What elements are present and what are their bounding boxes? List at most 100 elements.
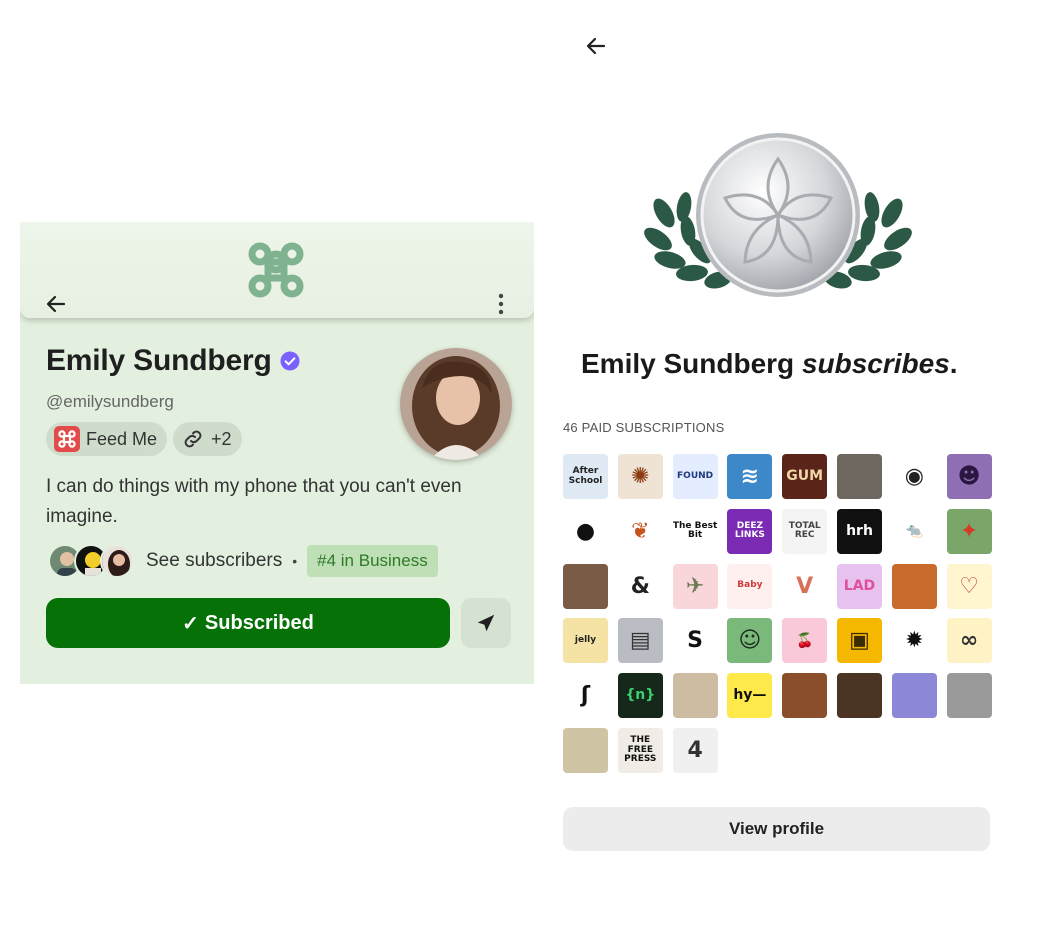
subscription-tile[interactable]: ▤ bbox=[617, 618, 663, 664]
subscription-tile-label: 4 bbox=[687, 737, 703, 763]
subscribes-period: . bbox=[949, 348, 958, 379]
subscription-tile-label: ♡ bbox=[959, 573, 979, 599]
subscription-tile[interactable]: 🍒 bbox=[782, 618, 828, 664]
subscription-tile[interactable] bbox=[672, 673, 718, 719]
back-arrow-icon[interactable] bbox=[44, 292, 68, 316]
command-icon bbox=[54, 426, 80, 452]
subscription-tile[interactable]: The Best Bit bbox=[672, 508, 718, 554]
subscription-tile-label: jelly bbox=[574, 635, 597, 646]
subscription-tile-label: ● bbox=[575, 518, 596, 544]
subscription-tile-label: 🍒 bbox=[795, 632, 814, 649]
subscription-tile[interactable]: ✹ bbox=[891, 618, 937, 664]
subscription-tile-label: ☺ bbox=[738, 628, 762, 654]
subscription-tile[interactable]: hrh bbox=[837, 508, 882, 554]
subscription-tile-label: S bbox=[687, 628, 704, 654]
subscription-tile[interactable] bbox=[891, 563, 937, 609]
command-logo-icon bbox=[248, 242, 304, 298]
subscription-tile-label: GUM bbox=[786, 468, 824, 485]
subscription-tile[interactable]: DEEZ LINKS bbox=[727, 508, 773, 554]
subscribed-button[interactable]: ✓ Subscribed bbox=[46, 598, 450, 648]
rank-badge[interactable]: #4 in Business bbox=[307, 545, 438, 577]
subscription-tile[interactable]: ∞ bbox=[946, 618, 992, 664]
subscription-tile[interactable]: ▣ bbox=[837, 618, 882, 664]
subscription-tile-label: TOTAL REC bbox=[788, 520, 821, 541]
subscribes-name: Emily Sundberg bbox=[581, 348, 795, 379]
subscription-tile-label: ✺ bbox=[631, 463, 650, 489]
chip-feed-me[interactable]: Feed Me bbox=[46, 422, 168, 456]
subscription-tile-label: ▣ bbox=[849, 628, 870, 654]
chip-more-links[interactable]: +2 bbox=[173, 422, 242, 456]
subscription-tile-label: ≋ bbox=[740, 463, 760, 489]
creator-bio: I can do things with my phone that you c… bbox=[46, 476, 462, 527]
subscription-tile[interactable]: ✺ bbox=[617, 454, 663, 499]
subscription-tile[interactable]: ✈ bbox=[672, 563, 718, 609]
subscription-tile[interactable]: THE FREE PRESS bbox=[617, 728, 663, 773]
subscription-tile[interactable]: ● bbox=[563, 508, 608, 554]
subscription-tile[interactable]: hy— bbox=[727, 673, 773, 719]
subscription-tile-label: ▤ bbox=[629, 628, 651, 654]
subscription-tile[interactable]: Baby bbox=[727, 563, 773, 609]
creator-handle: @emilysundberg bbox=[46, 392, 174, 411]
subscription-tile-label: {n} bbox=[625, 687, 656, 704]
subscription-tile-label: ✦ bbox=[959, 518, 979, 544]
subscription-tile[interactable]: GUM bbox=[782, 454, 828, 499]
subscription-tile[interactable]: V bbox=[782, 563, 828, 609]
subscription-tile[interactable]: ʃ bbox=[563, 673, 608, 719]
subscription-tile[interactable] bbox=[946, 673, 992, 719]
creator-avatar bbox=[400, 348, 512, 460]
subscription-tile[interactable] bbox=[891, 673, 937, 719]
subscription-tile-label: THE FREE PRESS bbox=[624, 735, 657, 765]
subscription-tile[interactable] bbox=[782, 673, 828, 719]
subscription-tile[interactable]: After School bbox=[563, 454, 608, 499]
subscription-tile[interactable]: ◉ bbox=[891, 454, 937, 499]
verified-badge-icon bbox=[280, 351, 300, 371]
subscription-tile-label: After School bbox=[568, 466, 603, 486]
avatar-photo bbox=[400, 348, 512, 460]
subscribers-row: See subscribers • #4 in Business bbox=[48, 544, 438, 578]
subscription-tile-label: ☻ bbox=[957, 463, 981, 489]
subscription-tile-label: & bbox=[630, 573, 650, 599]
subscription-tile[interactable]: & bbox=[617, 563, 663, 609]
subscribed-label: Subscribed bbox=[204, 611, 314, 634]
subscription-tile[interactable]: jelly bbox=[563, 618, 608, 664]
separator-dot: • bbox=[292, 553, 298, 569]
publication-profile-card: Emily Sundberg @emilysundberg Feed Me +2… bbox=[20, 222, 534, 684]
subscription-tile[interactable] bbox=[563, 563, 608, 609]
publication-chips: Feed Me +2 bbox=[46, 422, 242, 456]
chip-label: +2 bbox=[211, 428, 232, 449]
subscription-tile-label: ❦ bbox=[631, 518, 650, 544]
subscription-tile[interactable]: ❦ bbox=[617, 508, 663, 554]
subscription-tile[interactable]: ≋ bbox=[727, 454, 773, 499]
subscription-tile[interactable]: ☻ bbox=[946, 454, 992, 499]
subscription-tile[interactable]: ☺ bbox=[727, 618, 773, 664]
subscription-tile-label: ✈ bbox=[685, 573, 705, 599]
view-profile-button[interactable]: View profile bbox=[563, 807, 990, 851]
silver-medal-badge bbox=[644, 133, 912, 297]
subscription-tile[interactable] bbox=[837, 454, 882, 499]
subscription-tile[interactable] bbox=[837, 673, 882, 719]
subscription-tile[interactable]: 🐀 bbox=[891, 508, 937, 554]
send-icon bbox=[477, 614, 495, 632]
subscription-tile-label: DEEZ LINKS bbox=[734, 520, 765, 541]
subscription-tile-label: ◉ bbox=[904, 463, 924, 489]
subscription-tile-label: LAD bbox=[843, 577, 876, 594]
subscription-tile-label: Baby bbox=[737, 580, 763, 591]
back-arrow-icon[interactable] bbox=[584, 34, 608, 58]
subscription-tile[interactable]: 4 bbox=[672, 728, 718, 773]
subscription-tile-label: ʃ bbox=[580, 683, 591, 709]
subscription-tile[interactable]: FOUND bbox=[672, 454, 718, 499]
more-options-icon[interactable] bbox=[494, 292, 508, 316]
subscription-tile[interactable]: S bbox=[672, 618, 718, 664]
subscription-tile-label: hy— bbox=[733, 687, 767, 704]
subscription-tile[interactable] bbox=[563, 728, 608, 773]
check-icon: ✓ bbox=[182, 612, 199, 635]
subscription-tile[interactable]: ♡ bbox=[946, 563, 992, 609]
subscription-tile-label: The Best Bit bbox=[672, 520, 718, 541]
subscription-tile[interactable]: {n} bbox=[617, 673, 663, 719]
subscription-tile[interactable]: TOTAL REC bbox=[782, 508, 828, 554]
share-button[interactable] bbox=[461, 598, 511, 648]
subscription-tile[interactable]: ✦ bbox=[946, 508, 992, 554]
see-subscribers-link[interactable]: See subscribers bbox=[146, 550, 282, 572]
subscription-tile[interactable]: LAD bbox=[837, 563, 882, 609]
subscribes-verb: subscribes bbox=[801, 348, 950, 379]
